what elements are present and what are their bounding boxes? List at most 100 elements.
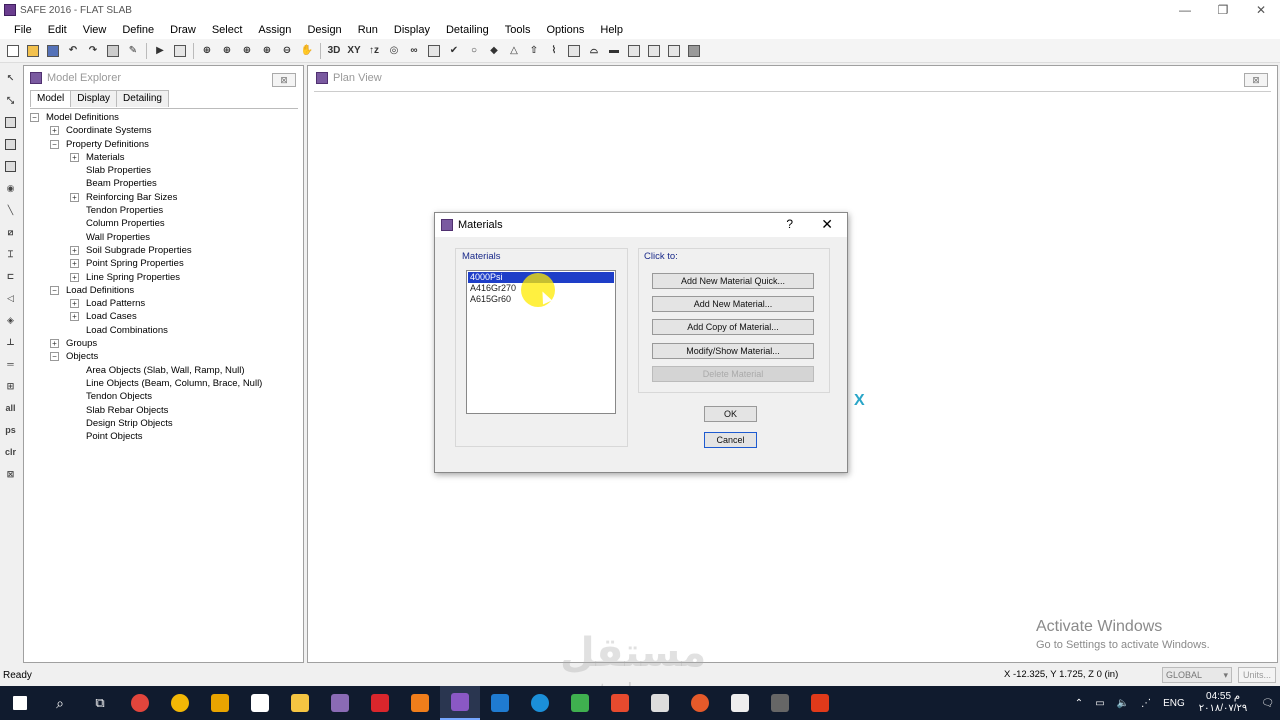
restore-button[interactable]: ❐ xyxy=(1204,0,1242,20)
close-window-button[interactable]: ✕ xyxy=(1242,0,1280,20)
redo-icon[interactable]: ↷ xyxy=(84,42,102,60)
object-shrink-icon[interactable] xyxy=(425,42,443,60)
lock-icon[interactable] xyxy=(104,42,122,60)
tree-node[interactable]: + Soil Subgrade Properties xyxy=(30,244,298,257)
menu-define[interactable]: Define xyxy=(114,24,162,36)
cancel-button[interactable]: Cancel xyxy=(704,432,757,448)
tree-node[interactable]: Slab Properties xyxy=(30,164,298,177)
draw-tendon-icon[interactable]: ◁ xyxy=(3,290,19,306)
minimize-button[interactable]: — xyxy=(1166,0,1204,20)
draw-circle-icon[interactable]: ◉ xyxy=(3,180,19,196)
menu-run[interactable]: Run xyxy=(350,24,386,36)
tree-node[interactable]: + Groups xyxy=(30,337,298,350)
menu-edit[interactable]: Edit xyxy=(40,24,75,36)
triangle-icon[interactable]: △ xyxy=(505,42,523,60)
run-all-icon[interactable] xyxy=(171,42,189,60)
units-button[interactable]: Units... xyxy=(1238,667,1276,683)
open-file-icon[interactable] xyxy=(24,42,42,60)
pan-icon[interactable]: ✋ xyxy=(298,42,316,60)
collapse-icon[interactable]: − xyxy=(50,139,59,149)
grid-icon[interactable]: ⊞ xyxy=(3,378,19,394)
calculator-icon[interactable] xyxy=(760,686,800,720)
paint-icon[interactable] xyxy=(680,686,720,720)
draw-rectangle-icon[interactable] xyxy=(3,136,19,152)
undo-icon[interactable]: ↶ xyxy=(64,42,82,60)
robot-icon[interactable] xyxy=(720,686,760,720)
save-icon[interactable] xyxy=(44,42,62,60)
menu-design[interactable]: Design xyxy=(299,24,349,36)
tree-node[interactable]: Point Objects xyxy=(30,430,298,443)
display-punching-icon[interactable] xyxy=(645,42,663,60)
expand-icon[interactable]: + xyxy=(70,312,79,322)
view-3d-button[interactable]: 3D xyxy=(325,42,343,60)
select-all-button[interactable]: all xyxy=(3,400,19,416)
view-xy-button[interactable]: XY xyxy=(345,42,363,60)
expand-icon[interactable]: + xyxy=(50,126,59,136)
notification-icon[interactable]: 🗨 xyxy=(1261,698,1274,709)
menu-view[interactable]: View xyxy=(75,24,115,36)
circle-icon[interactable]: ○ xyxy=(465,42,483,60)
add-new-material-button[interactable]: Add New Material... xyxy=(652,296,814,312)
tree-node[interactable]: − Model Definitions xyxy=(30,111,298,124)
modify-show-material-button[interactable]: Modify/Show Material... xyxy=(652,343,814,359)
tree-node[interactable]: + Reinforcing Bar Sizes xyxy=(30,191,298,204)
language-indicator[interactable]: ENG xyxy=(1163,698,1185,709)
archicad-icon[interactable] xyxy=(160,686,200,720)
display-column-icon[interactable] xyxy=(625,42,643,60)
report-icon[interactable] xyxy=(685,42,703,60)
xara-icon[interactable] xyxy=(800,686,840,720)
expand-icon[interactable]: + xyxy=(70,245,79,255)
draw-line-icon[interactable]: ╲ xyxy=(3,202,19,218)
display-beam-icon[interactable]: ▬ xyxy=(605,42,623,60)
menu-help[interactable]: Help xyxy=(592,24,631,36)
draw-wall-icon[interactable] xyxy=(3,158,19,174)
collapse-icon[interactable]: − xyxy=(30,113,39,122)
explorer-close-button[interactable]: ⊠ xyxy=(272,73,296,87)
battery-icon[interactable]: ▭ xyxy=(1095,698,1104,709)
reshape-icon[interactable]: ⤡ xyxy=(3,92,19,108)
coordinate-system-select[interactable]: GLOBAL ▾ xyxy=(1162,667,1232,683)
menu-draw[interactable]: Draw xyxy=(162,24,204,36)
tree-node[interactable]: − Property Definitions xyxy=(30,138,298,151)
tree-node[interactable]: + Coordinate Systems xyxy=(30,124,298,137)
collapse-icon[interactable]: − xyxy=(50,352,59,362)
tree-node[interactable]: Slab Rebar Objects xyxy=(30,404,298,417)
draw-area-icon[interactable] xyxy=(3,114,19,130)
perspective-icon[interactable]: ∞ xyxy=(405,42,423,60)
clear-selection-button[interactable]: clr xyxy=(3,444,19,460)
display-forces-icon[interactable] xyxy=(565,42,583,60)
dimension-icon[interactable]: ⊥ xyxy=(3,334,19,350)
clock[interactable]: 04:55 م ٢٠١٨/٠٧/٢٩ xyxy=(1199,691,1248,715)
draw-beam-icon[interactable]: ⧄ xyxy=(3,224,19,240)
search-icon[interactable]: ⌕ xyxy=(40,686,80,720)
sp-icon[interactable] xyxy=(520,686,560,720)
settings-icon[interactable] xyxy=(480,686,520,720)
tree-node[interactable]: Tendon Objects xyxy=(30,390,298,403)
autocad-a-icon[interactable] xyxy=(240,686,280,720)
up-arrow-icon[interactable]: ⇧ xyxy=(525,42,543,60)
tree-node[interactable]: Area Objects (Slab, Wall, Ramp, Null) xyxy=(30,364,298,377)
etabs-icon[interactable] xyxy=(320,686,360,720)
safe-taskbar-icon[interactable] xyxy=(440,686,480,720)
display-strip-icon[interactable]: ⌓ xyxy=(585,42,603,60)
ok-button[interactable]: OK xyxy=(704,406,757,422)
chart-app-icon[interactable] xyxy=(560,686,600,720)
tree-node[interactable]: + Load Cases xyxy=(30,310,298,323)
tree-node[interactable]: − Load Definitions xyxy=(30,284,298,297)
pencil-icon[interactable]: ✎ xyxy=(124,42,142,60)
collapse-icon[interactable]: − xyxy=(50,285,59,295)
pointer-icon[interactable]: ↖ xyxy=(3,70,19,86)
plan-view-close-button[interactable]: ⊠ xyxy=(1244,73,1268,87)
draw-strip-icon[interactable]: ⊏ xyxy=(3,268,19,284)
help-button[interactable]: ? xyxy=(786,217,793,231)
tree-node[interactable]: Column Properties xyxy=(30,217,298,230)
menu-detailing[interactable]: Detailing xyxy=(438,24,497,36)
zoom-in-icon[interactable]: ⊕ xyxy=(258,42,276,60)
network-icon[interactable]: ⋰ xyxy=(1141,698,1151,709)
tree-node[interactable]: Tendon Properties xyxy=(30,204,298,217)
select-previous-button[interactable]: ps xyxy=(3,422,19,438)
tree-node[interactable]: + Load Patterns xyxy=(30,297,298,310)
tool-x-icon[interactable] xyxy=(400,686,440,720)
zoom-out-icon[interactable]: ⊖ xyxy=(278,42,296,60)
check-icon[interactable]: ✔ xyxy=(445,42,463,60)
